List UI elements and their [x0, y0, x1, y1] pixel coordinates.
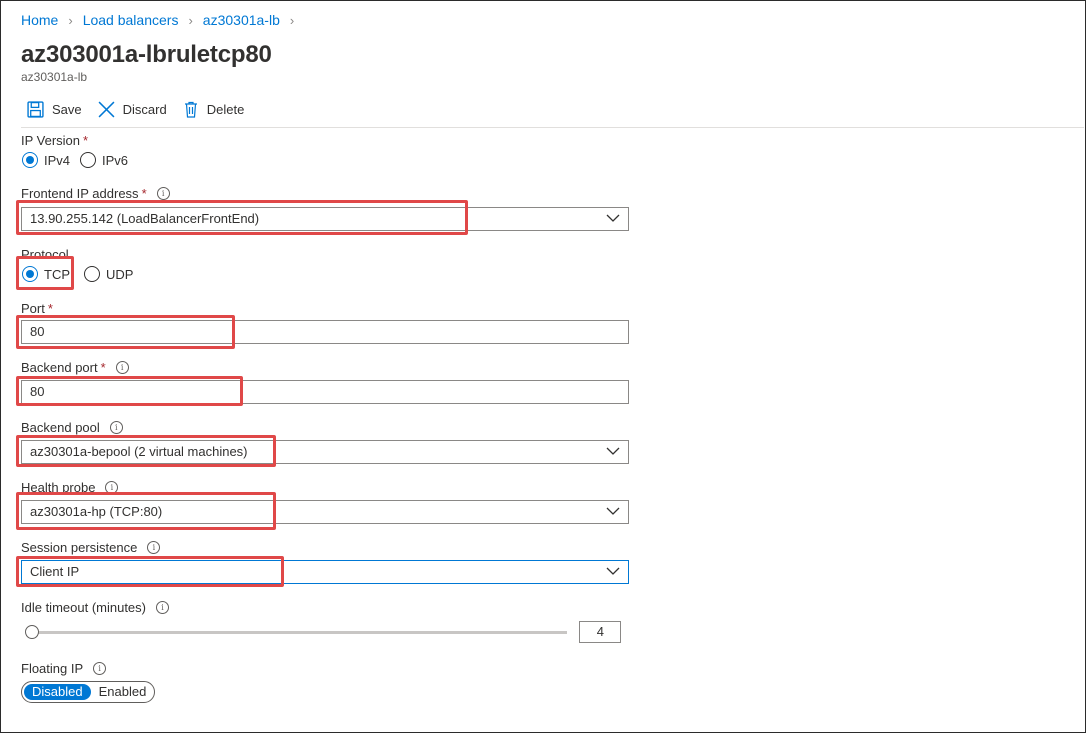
health-probe-dropdown[interactable]: az30301a-hp (TCP:80) — [21, 500, 629, 524]
ipv6-radio[interactable]: IPv6 — [80, 152, 128, 168]
required-marker: * — [83, 133, 89, 148]
radio-selected — [22, 266, 38, 282]
breadcrumb-home[interactable]: Home — [21, 12, 58, 28]
command-bar: Save Discard Delete — [27, 101, 260, 118]
trash-icon — [184, 101, 197, 118]
backend-pool-label: Backend pool i — [21, 420, 123, 435]
info-icon[interactable]: i — [156, 601, 169, 614]
breadcrumb-lb[interactable]: az30301a-lb — [203, 12, 280, 28]
delete-label: Delete — [206, 102, 245, 117]
ip-version-group: IPv4 IPv6 — [22, 152, 138, 168]
required-marker: * — [47, 301, 53, 316]
chevron-right-icon: › — [289, 12, 295, 28]
info-icon[interactable]: i — [147, 541, 161, 554]
info-icon[interactable]: i — [115, 361, 129, 374]
chevron-down-icon — [606, 507, 620, 515]
radio-unselected — [80, 152, 97, 168]
chevron-down-icon — [606, 214, 620, 222]
discard-button[interactable]: Discard — [98, 101, 167, 118]
close-icon — [98, 101, 115, 118]
floating-ip-label: Floating IP i — [21, 661, 107, 676]
radio-selected — [22, 152, 38, 168]
page-subtitle: az30301a-lb — [21, 70, 88, 84]
required-marker: * — [141, 186, 147, 201]
port-input[interactable]: 80 — [21, 320, 629, 344]
idle-timeout-input[interactable]: 4 — [579, 621, 621, 643]
ip-version-label: IP Version * — [21, 133, 89, 148]
save-button[interactable]: Save — [27, 101, 82, 118]
ipv4-radio[interactable]: IPv4 — [22, 152, 70, 168]
protocol-group: TCP UDP — [22, 266, 143, 282]
backend-port-label: Backend port * i — [21, 360, 129, 375]
breadcrumb-load-balancers[interactable]: Load balancers — [83, 12, 179, 28]
session-persistence-label: Session persistence i — [21, 540, 161, 555]
chevron-right-icon: › — [68, 12, 73, 28]
idle-timeout-slider-thumb[interactable] — [25, 625, 39, 639]
idle-timeout-slider-track[interactable] — [31, 631, 567, 634]
breadcrumb: Home › Load balancers › az30301a-lb › — [21, 12, 304, 28]
info-icon[interactable]: i — [156, 187, 170, 200]
info-icon[interactable]: i — [109, 421, 123, 434]
discard-label: Discard — [122, 102, 167, 117]
frontend-ip-dropdown[interactable]: 13.90.255.142 (LoadBalancerFrontEnd) — [21, 207, 629, 231]
page-title: az303001a-lbruletcp80 — [21, 41, 272, 68]
required-marker: * — [100, 360, 106, 375]
frontend-ip-label: Frontend IP address * i — [21, 186, 170, 201]
save-label: Save — [52, 102, 82, 117]
toolbar-divider — [21, 127, 1084, 128]
health-probe-label: Health probe i — [21, 480, 119, 495]
floating-ip-toggle: Disabled Enabled — [21, 681, 155, 703]
chevron-down-icon — [606, 447, 620, 455]
save-icon — [27, 101, 44, 118]
delete-button[interactable]: Delete — [183, 101, 245, 118]
port-label: Port * — [21, 301, 53, 316]
floating-ip-disabled-option[interactable]: Disabled — [24, 684, 91, 700]
chevron-right-icon: › — [188, 12, 193, 28]
floating-ip-enabled-option[interactable]: Enabled — [91, 684, 155, 700]
info-icon[interactable]: i — [93, 662, 107, 675]
info-icon[interactable]: i — [105, 481, 119, 494]
chevron-down-icon — [606, 567, 620, 575]
backend-pool-dropdown[interactable]: az30301a-bepool (2 virtual machines) — [21, 440, 629, 464]
backend-port-input[interactable]: 80 — [21, 380, 629, 404]
tcp-radio[interactable]: TCP — [22, 266, 70, 282]
protocol-label: Protocol — [21, 247, 69, 262]
udp-radio[interactable]: UDP — [84, 266, 133, 282]
session-persistence-dropdown[interactable]: Client IP — [21, 560, 629, 584]
radio-unselected — [84, 266, 100, 282]
idle-timeout-label: Idle timeout (minutes) i — [21, 600, 169, 615]
